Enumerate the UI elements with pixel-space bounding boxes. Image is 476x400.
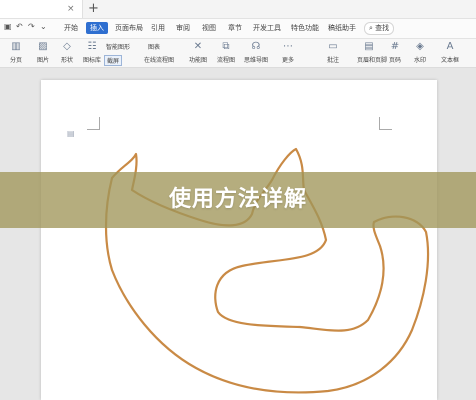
banner-title: 使用方法详解 — [168, 187, 307, 212]
title-banner: 使用方法详解 — [0, 172, 476, 228]
